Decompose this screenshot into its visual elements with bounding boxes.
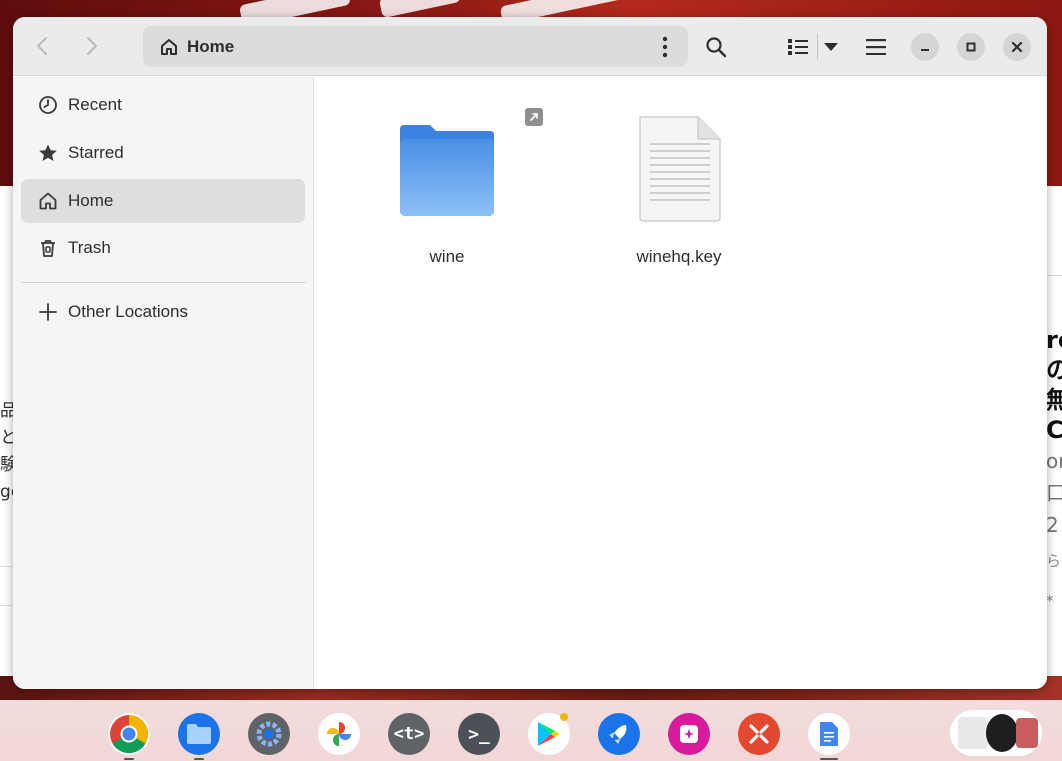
search-icon bbox=[706, 37, 727, 58]
file-view: wine winehq.key bbox=[315, 77, 1047, 689]
path-bar[interactable]: Home bbox=[143, 26, 688, 67]
photos-icon bbox=[327, 722, 351, 746]
maximize-icon bbox=[966, 42, 976, 52]
shelf-app-play-store[interactable] bbox=[528, 713, 570, 755]
view-separator bbox=[817, 34, 818, 60]
bg-text-line: ら* bbox=[1046, 552, 1062, 610]
trash-icon bbox=[37, 237, 59, 259]
remote-desktop-icon bbox=[749, 724, 769, 744]
running-indicator bbox=[820, 758, 838, 760]
file-item-winehq-key[interactable]: winehq.key bbox=[604, 87, 754, 267]
bg-text-line: 験 bbox=[0, 455, 14, 475]
sidebar-separator bbox=[21, 282, 306, 283]
file-name: wine bbox=[429, 247, 465, 266]
docs-icon bbox=[820, 722, 838, 746]
notification-dot bbox=[560, 713, 568, 721]
forward-button[interactable] bbox=[75, 29, 107, 63]
places-sidebar: Recent Starred Home Trash Other Location… bbox=[13, 77, 314, 689]
settings-icon bbox=[256, 721, 282, 747]
shelf-app-photos[interactable] bbox=[318, 713, 360, 755]
status-tray[interactable] bbox=[950, 710, 1042, 756]
back-button[interactable] bbox=[27, 29, 59, 63]
shelf-app-text[interactable]: <t> bbox=[388, 713, 430, 755]
search-button[interactable] bbox=[699, 30, 733, 64]
running-indicator bbox=[124, 758, 134, 760]
minimize-icon bbox=[921, 49, 929, 51]
gallery-icon bbox=[680, 725, 698, 743]
tray-thumbnail bbox=[958, 717, 988, 749]
symlink-badge-icon bbox=[525, 108, 543, 126]
sidebar-item-label: Other Locations bbox=[68, 302, 189, 321]
shelf-app-chrome[interactable] bbox=[108, 713, 150, 755]
chevron-left-icon bbox=[37, 37, 47, 55]
text-file-icon bbox=[639, 116, 721, 222]
bg-text-line: 品 bbox=[0, 401, 14, 421]
clock-icon bbox=[37, 94, 59, 116]
shelf-app-remote-desktop[interactable] bbox=[738, 713, 780, 755]
shelf-app-rocket[interactable] bbox=[598, 713, 640, 755]
shelf-app-terminal[interactable]: >_ bbox=[458, 713, 500, 755]
minimize-button[interactable] bbox=[911, 33, 939, 61]
close-button[interactable] bbox=[1003, 33, 1031, 61]
background-divider bbox=[0, 605, 14, 606]
chevron-down-icon bbox=[824, 43, 838, 51]
folder-icon bbox=[400, 125, 494, 216]
chevron-right-icon bbox=[87, 37, 97, 55]
text-app-icon: <t> bbox=[393, 724, 425, 744]
sidebar-item-other-locations[interactable]: Other Locations bbox=[21, 290, 305, 334]
bg-text-line: om bbox=[1046, 449, 1062, 473]
tray-avatar bbox=[986, 714, 1018, 752]
running-indicator bbox=[194, 758, 204, 760]
tray-app-thumbnail bbox=[1016, 718, 1038, 748]
list-view-icon bbox=[788, 39, 808, 55]
shelf-app-gallery[interactable] bbox=[668, 713, 710, 755]
header-bar: Home bbox=[13, 17, 1047, 76]
view-options-dropdown[interactable] bbox=[819, 30, 843, 64]
sidebar-item-starred[interactable]: Starred bbox=[21, 131, 305, 175]
wallpaper-stroke bbox=[378, 0, 462, 19]
sidebar-item-label: Home bbox=[68, 191, 114, 210]
bg-text-line: C bbox=[1046, 416, 1062, 444]
terminal-icon: >_ bbox=[468, 723, 490, 745]
rocket-icon bbox=[609, 725, 627, 744]
background-left-text: 品 と 験 ge bbox=[0, 398, 14, 506]
shelf-app-files[interactable] bbox=[178, 713, 220, 755]
maximize-button[interactable] bbox=[957, 33, 985, 61]
plus-icon bbox=[37, 301, 59, 323]
home-icon bbox=[37, 190, 59, 212]
file-item-wine[interactable]: wine bbox=[372, 87, 543, 267]
shelf-app-docs[interactable] bbox=[808, 713, 850, 755]
background-divider bbox=[0, 566, 14, 567]
shelf-app-settings[interactable] bbox=[248, 713, 290, 755]
sidebar-item-label: Recent bbox=[68, 95, 122, 114]
background-right-text: re の無 C om 口 2 ら* bbox=[1046, 325, 1062, 621]
star-icon bbox=[37, 142, 59, 164]
bg-text-line: の無 bbox=[1046, 356, 1062, 414]
main-menu-button[interactable] bbox=[859, 30, 893, 64]
bg-text-line: ge bbox=[0, 482, 14, 502]
home-icon bbox=[161, 39, 177, 55]
file-name: winehq.key bbox=[636, 247, 722, 266]
bg-text-line: 口 bbox=[1046, 481, 1062, 505]
files-window: Home Recent Starred Home Trash Other Loc… bbox=[13, 17, 1047, 689]
bg-text-line: 2 bbox=[1046, 513, 1059, 537]
bg-text-line: re bbox=[1046, 326, 1062, 354]
shelf: <t> >_ bbox=[0, 700, 1062, 761]
background-divider bbox=[1046, 275, 1062, 276]
hamburger-menu-icon bbox=[866, 39, 886, 55]
sidebar-item-home[interactable]: Home bbox=[21, 179, 305, 223]
more-vertical-icon[interactable] bbox=[656, 34, 674, 60]
path-current-location[interactable]: Home bbox=[187, 37, 234, 57]
chrome-icon bbox=[110, 714, 149, 754]
list-view-button[interactable] bbox=[781, 30, 815, 64]
sidebar-item-label: Starred bbox=[68, 143, 124, 162]
sidebar-item-trash[interactable]: Trash bbox=[21, 226, 305, 270]
play-store-icon bbox=[538, 722, 560, 746]
bg-text-line: と bbox=[0, 428, 14, 448]
sidebar-item-recent[interactable]: Recent bbox=[21, 83, 305, 127]
sidebar-item-label: Trash bbox=[68, 238, 111, 257]
close-icon bbox=[1011, 41, 1023, 53]
files-icon bbox=[187, 724, 211, 744]
